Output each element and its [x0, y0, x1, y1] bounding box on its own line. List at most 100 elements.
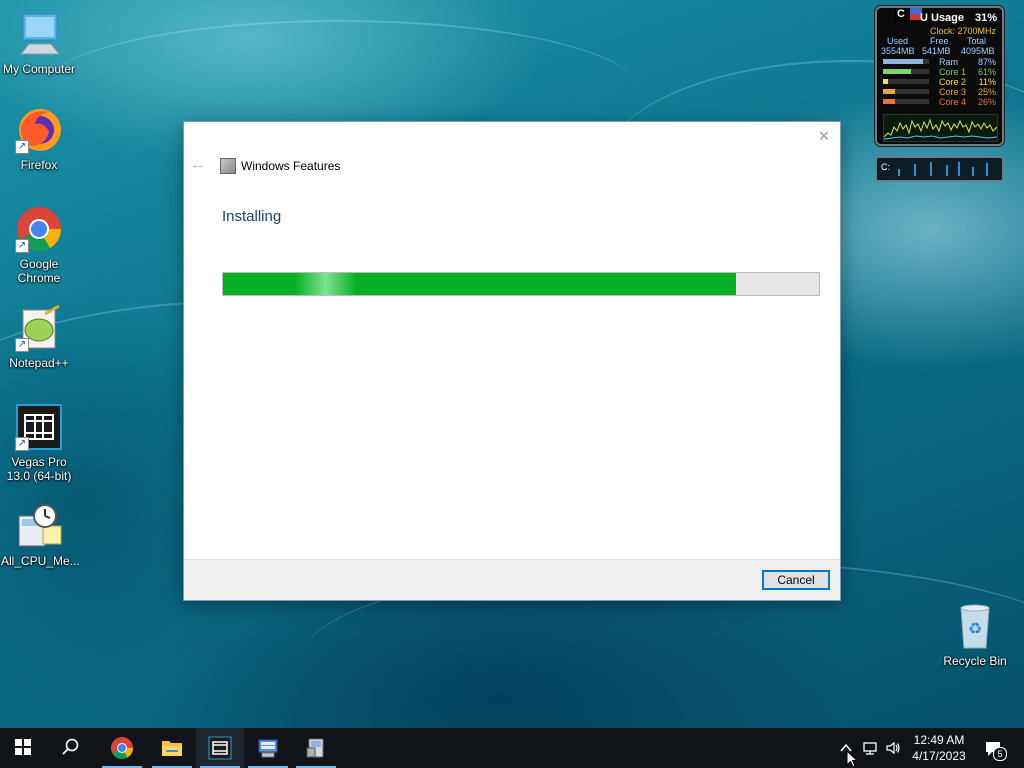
- row-name: Ram: [939, 57, 959, 67]
- desktop-icon-label: Google Chrome: [17, 257, 61, 285]
- gadget-title-text: U Usage: [920, 12, 965, 24]
- desktop: My Computer ↗ Firefox ↗ Google Chrome ↗ …: [0, 0, 1024, 728]
- dialog-footer: Cancel: [184, 559, 840, 600]
- mem-value-total: 4095MB: [961, 46, 995, 56]
- desktop-icon-vegas-pro[interactable]: ↗ Vegas Pro 13.0 (64-bit): [1, 403, 77, 483]
- desktop-icon-my-computer[interactable]: My Computer: [1, 10, 77, 76]
- gadget-row: Core 2 11%: [883, 77, 996, 87]
- film-strip-icon: ↗: [15, 403, 63, 451]
- row-name: Core 4: [939, 97, 967, 107]
- shortcut-arrow-icon: ↗: [15, 239, 29, 253]
- usage-bar-fill: [883, 99, 895, 104]
- cpu-history-graph: [883, 114, 998, 142]
- search-button[interactable]: [48, 728, 96, 768]
- row-percent: 25%: [977, 87, 996, 97]
- usage-bar-fill: [883, 89, 895, 94]
- desktop-icon-label: Recycle Bin: [943, 654, 1007, 668]
- network-icon[interactable]: [862, 740, 878, 756]
- mem-value-free: 541MB: [922, 46, 951, 56]
- taskbar-server-manager[interactable]: [244, 728, 292, 768]
- drive-meter-gadget[interactable]: C:: [875, 156, 1004, 182]
- system-clock[interactable]: 12:49 AM 4/17/2023: [905, 732, 973, 764]
- cpu-meter-gadget[interactable]: C U Usage 31% Clock: 2700MHz Used Free T…: [875, 6, 1004, 146]
- row-percent: 11%: [978, 77, 996, 87]
- close-icon[interactable]: ×: [814, 126, 834, 146]
- shortcut-arrow-icon: ↗: [15, 437, 29, 451]
- gadget-row: Core 1 61%: [883, 67, 996, 77]
- row-name: Core 2: [939, 77, 967, 87]
- usage-bar: [883, 89, 929, 94]
- gadget-row: Ram 87%: [883, 57, 996, 67]
- taskbar-chrome[interactable]: [98, 728, 146, 768]
- gadget-row: Core 4 26%: [883, 97, 996, 107]
- windows-features-icon: [220, 158, 236, 174]
- desktop-icon-recycle-bin[interactable]: ♻ Recycle Bin: [937, 602, 1013, 668]
- cpu-history-graph-svg: [883, 118, 998, 140]
- svg-text:♻: ♻: [968, 619, 982, 638]
- notification-count-badge: 5: [993, 747, 1007, 761]
- desktop-icon-all-cpu-meter[interactable]: All_CPU_Me...: [1, 502, 80, 568]
- shortcut-arrow-icon: ↗: [15, 140, 29, 154]
- chrome-icon: ↗: [15, 205, 63, 253]
- mouse-cursor-icon: [846, 750, 858, 768]
- usage-bar-fill: [883, 69, 912, 74]
- folder-icon: [162, 741, 182, 756]
- mem-header-free: Free: [930, 36, 949, 46]
- gadget-title: U Usage 31%: [897, 12, 997, 24]
- row-percent: 26%: [977, 97, 996, 107]
- action-center-notification-icon[interactable]: 5: [984, 739, 1007, 761]
- desktop-icon-label: All_CPU_Me...: [1, 554, 80, 568]
- desktop-icon-google-chrome[interactable]: ↗ Google Chrome: [1, 205, 77, 285]
- windows-logo-icon: [15, 739, 31, 755]
- computer-icon: [15, 10, 63, 58]
- gadget-clock-speed: Clock: 2700MHz: [929, 26, 996, 36]
- install-progress-fill: [223, 273, 736, 295]
- desktop-icon-notepad-plus-plus[interactable]: ↗ Notepad++: [1, 304, 77, 370]
- shortcut-arrow-icon: ↗: [15, 338, 29, 352]
- mem-header-used: Used: [887, 36, 909, 46]
- usage-bar-fill: [883, 79, 889, 84]
- row-percent: 61%: [977, 67, 996, 77]
- cancel-button[interactable]: Cancel: [762, 570, 830, 590]
- search-icon: [62, 738, 79, 755]
- recycle-bin-icon: ♻: [951, 602, 999, 650]
- film-strip-icon: [208, 736, 232, 760]
- row-name: Core 3: [939, 87, 967, 97]
- taskbar-vegas-pro[interactable]: [196, 728, 244, 768]
- drive-label: C:: [881, 162, 890, 172]
- taskbar: 12:49 AM 4/17/2023 5: [0, 728, 1024, 768]
- desktop-icon-label: Firefox: [20, 158, 58, 172]
- row-name: Core 1: [939, 67, 967, 77]
- gadget-total-percent: 31%: [975, 12, 998, 24]
- clock-date: 4/17/2023: [912, 749, 966, 763]
- usage-bar: [883, 99, 929, 104]
- mem-header-total: Total: [967, 36, 987, 46]
- dialog-title: Windows Features: [241, 159, 341, 173]
- volume-icon[interactable]: [885, 740, 901, 756]
- mem-value-used: 3554MB: [881, 46, 915, 56]
- gadget-row: Core 3 25%: [883, 87, 996, 97]
- desktop-icon-label: Vegas Pro 13.0 (64-bit): [6, 455, 72, 483]
- usage-bar: [883, 69, 929, 74]
- windows-features-icon: [306, 738, 324, 758]
- desktop-icon-label: My Computer: [2, 62, 76, 76]
- desktop-icon-label: Notepad++: [9, 356, 69, 370]
- chrome-icon: [111, 737, 133, 759]
- start-button[interactable]: [0, 728, 48, 768]
- install-progress-bar: [222, 272, 820, 296]
- taskbar-windows-features[interactable]: [292, 728, 340, 768]
- windows-features-dialog: × ← Windows Features Installing Cancel: [183, 121, 841, 601]
- firefox-icon: ↗: [15, 106, 63, 154]
- back-arrow-icon[interactable]: ←: [190, 156, 206, 174]
- taskbar-file-explorer[interactable]: [148, 728, 196, 768]
- server-manager-icon: [258, 739, 278, 758]
- clock-time: 12:49 AM: [913, 733, 965, 747]
- row-percent: 87%: [977, 57, 996, 67]
- usage-bar-fill: [883, 59, 924, 64]
- status-heading: Installing: [222, 208, 282, 225]
- drive-activity-ticks: [898, 162, 988, 176]
- calculator-clock-icon: [15, 502, 63, 550]
- usage-bar: [883, 59, 929, 64]
- notepad-plus-plus-icon: ↗: [15, 304, 63, 352]
- desktop-icon-firefox[interactable]: ↗ Firefox: [1, 106, 77, 172]
